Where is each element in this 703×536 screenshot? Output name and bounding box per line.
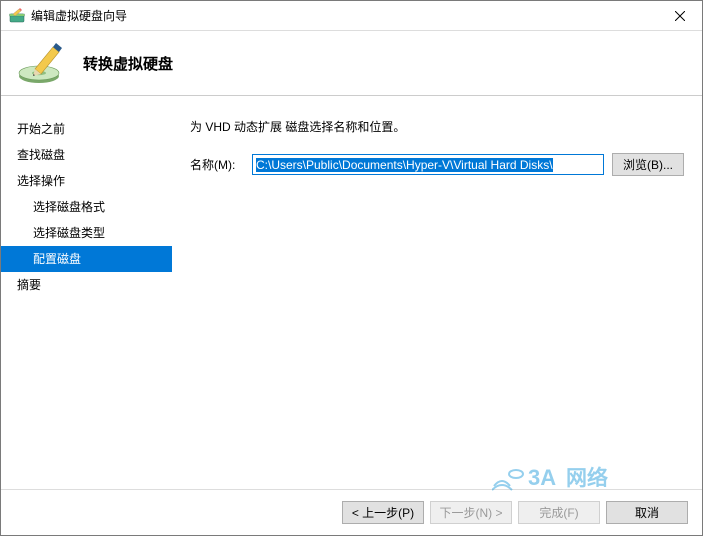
next-button[interactable]: 下一步(N) > (430, 501, 512, 524)
previous-button[interactable]: < 上一步(P) (342, 501, 424, 524)
cancel-button[interactable]: 取消 (606, 501, 688, 524)
name-label: 名称(M): (190, 156, 244, 173)
name-row: 名称(M): C:\Users\Public\Documents\Hyper-V… (190, 153, 684, 176)
wizard-header: 转换虚拟硬盘 (1, 31, 702, 96)
browse-button[interactable]: 浏览(B)... (612, 153, 684, 176)
step-disk-type[interactable]: 选择磁盘类型 (1, 220, 172, 246)
step-configure-disk[interactable]: 配置磁盘 (1, 246, 172, 272)
titlebar: 编辑虚拟硬盘向导 (1, 1, 702, 31)
wizard-content: 为 VHD 动态扩展 磁盘选择名称和位置。 名称(M): C:\Users\Pu… (172, 96, 702, 489)
step-locate-disk[interactable]: 查找磁盘 (1, 142, 172, 168)
step-summary[interactable]: 摘要 (1, 272, 172, 298)
step-disk-format[interactable]: 选择磁盘格式 (1, 194, 172, 220)
button-bar: 3A 网络 < 上一步(P) 下一步(N) > 完成(F) 取消 (1, 489, 702, 535)
name-input[interactable]: C:\Users\Public\Documents\Hyper-V\Virtua… (252, 154, 604, 175)
app-icon (9, 8, 25, 24)
step-choose-action[interactable]: 选择操作 (1, 168, 172, 194)
window-title: 编辑虚拟硬盘向导 (31, 7, 657, 24)
wizard-steps: 开始之前 查找磁盘 选择操作 选择磁盘格式 选择磁盘类型 配置磁盘 摘要 (1, 96, 172, 489)
step-before-begin[interactable]: 开始之前 (1, 116, 172, 142)
instruction-text: 为 VHD 动态扩展 磁盘选择名称和位置。 (190, 118, 684, 135)
wizard-window: 编辑虚拟硬盘向导 转换虚拟硬盘 开始之前 查找磁盘 选择操作 选择磁盘格式 选择… (0, 0, 703, 536)
disk-pencil-icon (17, 39, 65, 87)
page-title: 转换虚拟硬盘 (83, 53, 173, 74)
close-button[interactable] (657, 1, 702, 30)
finish-button[interactable]: 完成(F) (518, 501, 600, 524)
wizard-body: 开始之前 查找磁盘 选择操作 选择磁盘格式 选择磁盘类型 配置磁盘 摘要 为 V… (1, 96, 702, 489)
